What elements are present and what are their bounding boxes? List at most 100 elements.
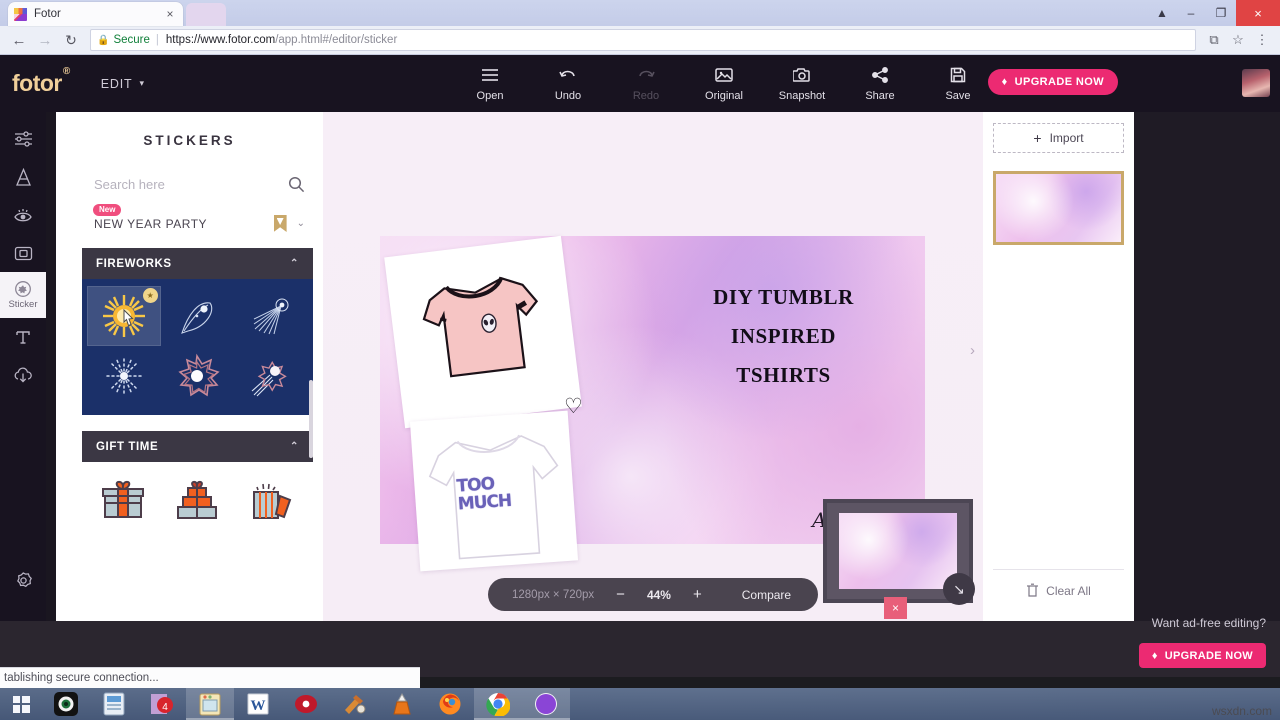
taskbar-apps: 4 W (0, 688, 570, 720)
chevron-down-icon[interactable]: ⌄ (297, 218, 305, 229)
panel-scrollbar[interactable] (309, 380, 313, 458)
sidebar-item-effects[interactable] (0, 158, 46, 196)
canvas-image[interactable]: TOOMUCH DIY TUMBLR INSPIRED TSHIRTS ♡ Ae… (380, 236, 925, 544)
toolbar-undo[interactable]: Undo (538, 65, 598, 102)
taskbar-word[interactable]: W (234, 688, 282, 720)
ad-upgrade-button[interactable]: ♦ UPGRADE NOW (1139, 643, 1266, 668)
url-path: /app.html#/editor/sticker (275, 34, 397, 46)
chevron-up-icon[interactable]: ⌃ (290, 258, 299, 269)
toolbar-open-label: Open (477, 90, 504, 102)
category-new-year-party[interactable]: New NEW YEAR PARTY ⌄ (94, 215, 305, 232)
zoom-out-button[interactable]: − (616, 586, 625, 603)
sticker-comet[interactable] (162, 287, 234, 345)
sidebar-item-upload[interactable] (0, 356, 46, 394)
sidebar-item-text[interactable] (0, 318, 46, 356)
import-button[interactable]: + Import (993, 123, 1124, 153)
windows-taskbar: 4 W (0, 688, 1280, 720)
compare-button[interactable]: Compare (742, 588, 791, 602)
upgrade-now-button[interactable]: ♦ UPGRADE NOW (988, 69, 1118, 95)
fotor-app: fotor® EDIT ▾ Open (0, 55, 1280, 677)
close-window-button[interactable]: × (1236, 0, 1280, 26)
copy-icon[interactable]: ⧉ (1202, 32, 1226, 48)
chevron-up-icon[interactable]: ⌃ (290, 441, 299, 452)
close-icon[interactable]: × (163, 7, 177, 21)
sticker-gift-box[interactable] (88, 474, 158, 526)
photo-pink-tshirt (384, 236, 582, 428)
chrome-menu-icon[interactable]: ⋮ (1250, 32, 1274, 48)
navigator-preview[interactable]: ↘ (823, 499, 973, 603)
upgrade-now-label: UPGRADE NOW (1015, 76, 1104, 88)
taskbar-camera[interactable] (42, 688, 90, 720)
bookmark-icon[interactable] (274, 215, 287, 232)
toolbar-save-label: Save (945, 90, 970, 102)
star-icon[interactable]: ☆ (1226, 32, 1250, 48)
sidebar-item-frame[interactable] (0, 234, 46, 272)
new-tab-button[interactable] (186, 3, 226, 26)
sticker-star-flower[interactable] (162, 347, 234, 405)
edit-menu[interactable]: EDIT ▾ (101, 77, 145, 91)
fotor-logo-text: fotor (12, 70, 62, 96)
taskbar-vlc[interactable] (378, 688, 426, 720)
section-header-gift-time[interactable]: GIFT TIME ⌃ (82, 431, 313, 462)
fotor-toolbar: fotor® EDIT ▾ Open (0, 55, 1280, 112)
toolbar-snapshot[interactable]: Snapshot (772, 65, 832, 102)
edit-menu-label: EDIT (101, 77, 133, 91)
stickers-panel: STICKERS New NEW YEAR PARTY ⌄ FIREWORKS (56, 112, 323, 621)
taskbar-explorer[interactable] (90, 688, 138, 720)
redo-icon (636, 65, 656, 85)
toolbar-share[interactable]: Share (850, 65, 910, 102)
address-bar[interactable]: 🔒 Secure | https://www.fotor.com /app.ht… (90, 29, 1196, 51)
sticker-rocket-star[interactable] (235, 347, 307, 405)
sticker-gift-bag[interactable] (237, 474, 307, 526)
fotor-logo[interactable]: fotor® (12, 70, 69, 97)
diamond-icon: ♦ (1002, 76, 1008, 88)
sticker-sunburst[interactable]: ★ (88, 287, 160, 345)
profile-icon[interactable]: ▲ (1148, 0, 1176, 26)
maximize-button[interactable]: ❐ (1206, 0, 1236, 26)
resize-handle[interactable]: ↘ (943, 573, 975, 605)
photo-white-tshirt: TOOMUCH (410, 411, 578, 572)
sidebar-item-adjust[interactable] (0, 120, 46, 158)
start-button[interactable] (0, 688, 42, 720)
ad-text: Want ad-free editing? (1152, 616, 1266, 630)
toolbar-original[interactable]: Original (694, 65, 754, 102)
app-right-gutter (1134, 112, 1280, 621)
taskbar-firefox[interactable] (426, 688, 474, 720)
secure-label: Secure (113, 34, 149, 46)
sidebar-item-beauty[interactable] (0, 196, 46, 234)
taskbar-notepad[interactable] (186, 688, 234, 720)
window-controls: ▲ – ❐ × (1148, 0, 1280, 26)
canvas-title[interactable]: DIY TUMBLR INSPIRED TSHIRTS (666, 278, 901, 395)
sticker-sparkle-burst[interactable] (88, 347, 160, 405)
canvas-dimensions: 1280px × 720px (512, 589, 594, 601)
ad-close-button[interactable]: × (884, 597, 907, 619)
search-icon[interactable] (288, 176, 305, 193)
taskbar-pdf[interactable]: 4 (138, 688, 186, 720)
taskbar-bittorrent[interactable] (522, 688, 570, 720)
minimize-button[interactable]: – (1176, 0, 1206, 26)
toolbar-save[interactable]: Save (928, 65, 988, 102)
browser-tab-fotor[interactable]: Fotor × (8, 2, 183, 26)
sticker-gift-stack[interactable] (162, 474, 232, 526)
taskbar-media[interactable] (282, 688, 330, 720)
next-arrow-icon[interactable]: › (970, 342, 975, 359)
fireworks-sticker-grid: ★ (82, 279, 313, 415)
toolbar-redo[interactable]: Redo (616, 65, 676, 102)
svg-text:4: 4 (162, 702, 168, 713)
sidebar-item-sticker[interactable]: Sticker (0, 272, 46, 318)
forward-icon[interactable]: → (32, 28, 58, 52)
taskbar-tool[interactable] (330, 688, 378, 720)
section-header-fireworks[interactable]: FIREWORKS ⌃ (82, 248, 313, 279)
sticker-firework-fan[interactable] (235, 287, 307, 345)
clear-all-button[interactable]: Clear All (993, 569, 1124, 601)
taskbar-chrome[interactable] (474, 688, 522, 720)
search-input[interactable] (94, 177, 288, 192)
avatar[interactable] (1242, 69, 1270, 97)
back-icon[interactable]: ← (6, 28, 32, 52)
zoom-in-button[interactable]: + (693, 586, 702, 603)
sidebar-item-settings[interactable] (0, 561, 46, 599)
toolbar-open[interactable]: Open (460, 65, 520, 102)
layer-thumbnail[interactable] (993, 171, 1124, 245)
reload-icon[interactable]: ↻ (58, 28, 84, 52)
toolbar-original-label: Original (705, 90, 743, 102)
